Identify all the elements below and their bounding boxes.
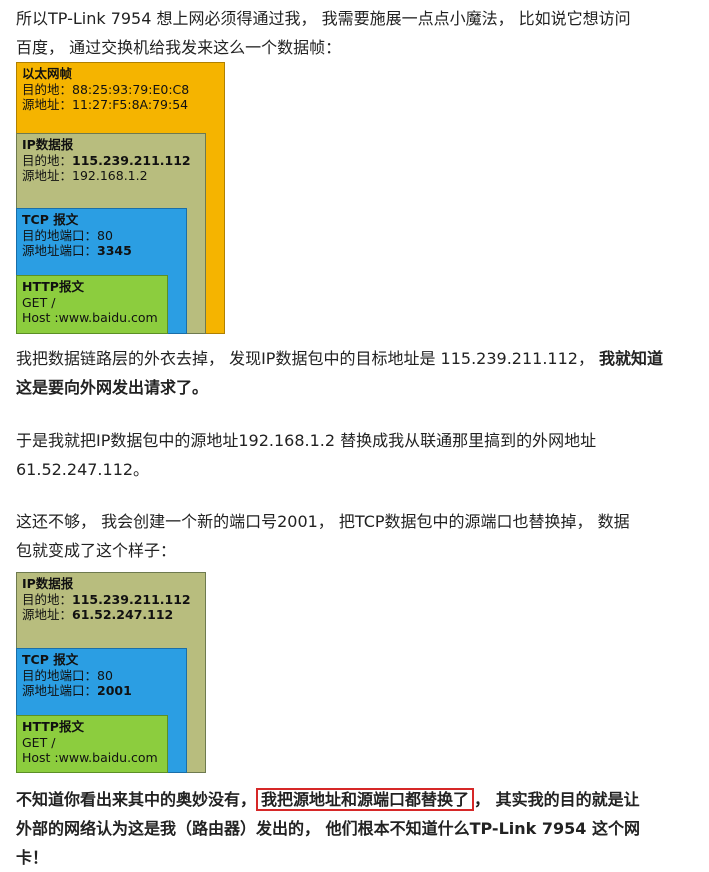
http-line-1: GET / xyxy=(22,294,56,310)
intro-line-2: 百度， 通过交换机给我发来这么一个数据帧： xyxy=(16,38,342,57)
intro-line-1: 所以TP-Link 7954 想上网必须得通过我， 我需要施展一点点小魔法， 比… xyxy=(16,9,631,28)
http-line-1-2: GET / xyxy=(22,734,56,750)
tcp-dst-port-2: 目的地端口：80 xyxy=(22,667,113,683)
ip-dst: 目的地：115.239.211.112 xyxy=(22,152,191,168)
paragraph-strip-link-layer: 我把数据链路层的外衣去掉， 发现IP数据包中的目标地址是 115.239.211… xyxy=(16,349,664,397)
paragraph-replace-source-ip: 于是我就把IP数据包中的源地址192.168.1.2 替换成我从联通那里搞到的外… xyxy=(16,431,597,479)
http-message-title-2: HTTP报文 xyxy=(22,719,84,734)
http-line-2: Host :www.baidu.com xyxy=(22,310,158,325)
conclusion-paragraph: 不知道你看出来其中的奥妙没有， 我把源地址和源端口都替换了， 其实我的目的就是让 … xyxy=(16,788,640,867)
highlighted-phrase: 我把源地址和源端口都替换了 xyxy=(256,788,475,811)
tcp-src-port-2: 源地址端口：2001 xyxy=(22,683,132,698)
http-message-title: HTTP报文 xyxy=(22,279,84,294)
http-message-box: HTTP报文 GET / Host :www.baidu.com xyxy=(16,275,168,334)
tcp-segment-title-2: TCP 报文 xyxy=(22,652,79,667)
ip-src-2: 源地址：61.52.247.112 xyxy=(22,607,174,622)
ip-datagram-title: IP数据报 xyxy=(22,137,74,152)
intro-paragraph: 所以TP-Link 7954 想上网必须得通过我， 我需要施展一点点小魔法， 比… xyxy=(16,4,694,62)
tcp-src-port: 源地址端口：3345 xyxy=(22,243,132,258)
ip-src: 源地址：192.168.1.2 xyxy=(22,168,148,183)
ip-datagram-title-2: IP数据报 xyxy=(22,576,74,591)
tcp-dst-port: 目的地端口：80 xyxy=(22,227,113,243)
ethernet-src: 源地址：11:27:F5:8A:79:54 xyxy=(22,97,189,112)
ethernet-dst: 目的地：88:25:93:79:E0:C8 xyxy=(22,81,190,97)
http-message-box-2: HTTP报文 GET / Host :www.baidu.com xyxy=(16,715,168,773)
tcp-segment-title: TCP 报文 xyxy=(22,212,79,227)
ip-dst-2: 目的地：115.239.211.112 xyxy=(22,591,191,607)
http-line-2-2: Host :www.baidu.com xyxy=(22,750,158,765)
ethernet-frame-title: 以太网帧 xyxy=(22,66,73,81)
paragraph-replace-port: 这还不够， 我会创建一个新的端口号2001， 把TCP数据包中的源端口也替换掉，… xyxy=(16,512,630,560)
